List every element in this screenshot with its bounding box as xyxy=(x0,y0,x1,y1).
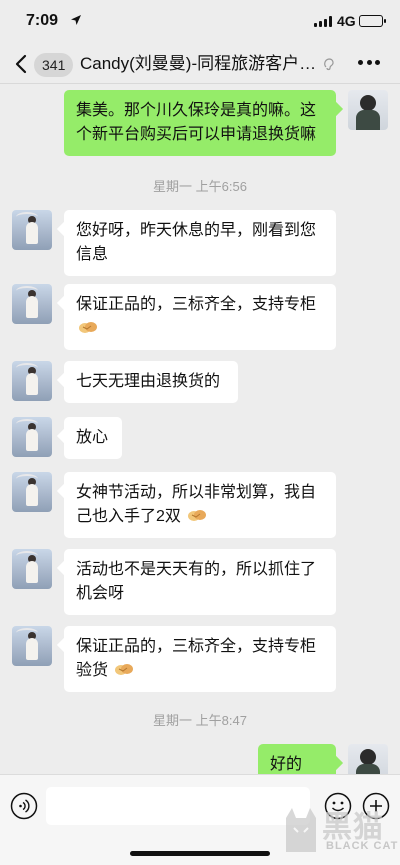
signal-icon xyxy=(314,16,332,27)
message-text: 好的 xyxy=(270,756,303,773)
message-bubble-contact[interactable]: 女神节活动，所以非常划算，我自己也入手了2双 xyxy=(64,472,336,538)
message-text: 放心 xyxy=(76,429,109,446)
network-type: 4G xyxy=(337,13,356,29)
avatar-self[interactable] xyxy=(348,90,388,130)
message-bubble-contact[interactable]: 七天无理由退换货的 xyxy=(64,361,238,403)
message-bubble-contact[interactable]: 保证正品的，三标齐全，支持专柜 xyxy=(64,284,336,350)
message-text: 七天无理由退换货的 xyxy=(76,373,221,390)
avatar-contact[interactable] xyxy=(12,626,52,666)
avatar-contact[interactable] xyxy=(12,549,52,589)
avatar-contact[interactable] xyxy=(12,284,52,324)
chat-title: Candy(刘曼曼)-同程旅游客户… xyxy=(80,54,317,73)
avatar-contact[interactable] xyxy=(12,472,52,512)
message-bubble-contact[interactable]: 活动也不是天天有的，所以抓住了机会呀 xyxy=(64,549,336,615)
avatar-contact[interactable] xyxy=(12,361,52,401)
message-timestamp: 星期一 上午8:47 xyxy=(153,713,247,728)
message-list: 集美。那个川久保玲是真的嘛。这个新平台购买后可以申请退换货嘛 星期一 上午6:5… xyxy=(0,84,400,774)
battery-icon xyxy=(359,15,386,27)
message-input[interactable] xyxy=(46,787,310,825)
more-dots-icon[interactable] xyxy=(358,60,380,66)
message-timestamp: 星期一 上午6:56 xyxy=(153,179,247,194)
watermark-en-text: BLACK CAT xyxy=(326,840,399,852)
message-bubble-contact[interactable]: 您好呀，昨天休息的早，刚看到您信息 xyxy=(64,210,336,276)
avatar-contact[interactable] xyxy=(12,210,52,250)
home-indicator xyxy=(130,851,270,856)
message-text: 您好呀，昨天休息的早，刚看到您信息 xyxy=(76,222,317,263)
avatar-contact[interactable] xyxy=(12,417,52,457)
message-bubble-self[interactable]: 好的 xyxy=(258,744,336,774)
message-text: 保证正品的，三标齐全，支持专柜 xyxy=(76,296,317,313)
black-cat-watermark: 黑猫 BLACK CAT xyxy=(282,798,400,865)
handshake-emoji-icon xyxy=(188,510,207,521)
voice-icon[interactable] xyxy=(10,792,38,820)
status-time: 7:09 xyxy=(26,12,59,29)
handshake-emoji-icon xyxy=(115,664,134,675)
message-text: 集美。那个川久保玲是真的嘛。这个新平台购买后可以申请退换货嘛 xyxy=(76,102,317,143)
message-bubble-contact[interactable]: 放心 xyxy=(64,417,122,459)
cat-logo-icon xyxy=(286,808,316,852)
chat-header: 341 Candy(刘曼曼)-同程旅游客户… xyxy=(0,46,400,84)
message-bubble-self[interactable]: 集美。那个川久保玲是真的嘛。这个新平台购买后可以申请退换货嘛 xyxy=(64,90,336,156)
status-bar: 7:09 4G xyxy=(0,0,400,46)
mute-ear-icon xyxy=(324,58,334,71)
location-arrow-icon xyxy=(71,15,81,25)
back-arrow-icon[interactable] xyxy=(14,53,30,75)
unread-count-badge[interactable]: 341 xyxy=(34,53,74,77)
handshake-emoji-icon xyxy=(79,322,97,333)
avatar-self[interactable] xyxy=(348,744,388,774)
message-bubble-contact[interactable]: 保证正品的，三标齐全，支持专柜验货 xyxy=(64,626,336,692)
message-text: 保证正品的，三标齐全，支持专柜验货 xyxy=(76,638,317,679)
message-text: 活动也不是天天有的，所以抓住了机会呀 xyxy=(76,561,317,602)
